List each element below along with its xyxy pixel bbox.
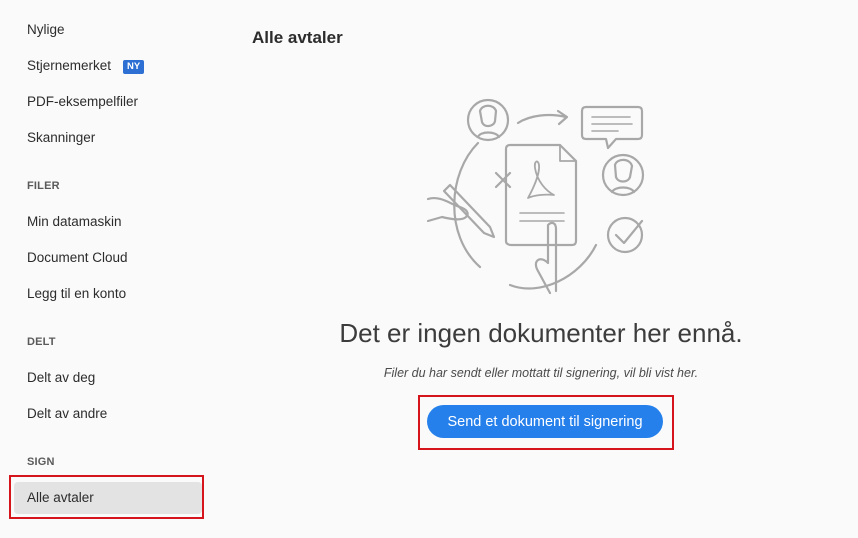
hand-icon (534, 221, 558, 295)
arrow-right-icon (516, 109, 569, 126)
empty-state-title: Det er ingen dokumenter her ennå. (339, 318, 743, 348)
sidebar-item-shared-by-you[interactable]: Delt av deg (27, 368, 95, 388)
sidebar-item-recent[interactable]: Nylige (27, 20, 65, 40)
empty-state-illustration (426, 98, 645, 295)
sidebar-item-shared-by-others[interactable]: Delt av andre (27, 404, 107, 424)
person-icon (601, 153, 645, 197)
sidebar-item-starred[interactable]: Stjernemerket NY (27, 56, 145, 76)
new-badge: NY (123, 60, 145, 74)
sidebar: Nylige Stjernemerket NY PDF-eksempelfiler… (0, 0, 218, 538)
cross-mark-icon (494, 171, 512, 189)
pen-icon (426, 183, 496, 239)
empty-state-subtitle: Filer du har sendt eller mottatt til sig… (383, 366, 699, 380)
person-icon (466, 98, 510, 142)
section-header-shared: DELT (27, 336, 56, 348)
sidebar-item-scans[interactable]: Skanninger (27, 128, 95, 148)
checkmark-icon (606, 216, 644, 254)
section-header-sign: SIGN (27, 456, 55, 468)
highlight-outline (9, 475, 204, 519)
send-for-signature-button[interactable]: Send et dokument til signering (427, 405, 663, 438)
chat-bubble-icon (580, 105, 644, 150)
sidebar-item-pdf-samples[interactable]: PDF-eksempelfiler (27, 92, 138, 112)
page-title: Alle avtaler (252, 28, 343, 47)
acrobat-document-icon (504, 143, 578, 247)
section-header-files: FILER (27, 180, 60, 192)
cycle-arc-icon (453, 141, 598, 290)
sidebar-item-add-account[interactable]: Legg til en konto (27, 284, 126, 304)
sidebar-item-my-computer[interactable]: Min datamaskin (27, 212, 122, 232)
sidebar-item-document-cloud[interactable]: Document Cloud (27, 248, 128, 268)
sidebar-item-label: Stjernemerket (27, 58, 112, 73)
